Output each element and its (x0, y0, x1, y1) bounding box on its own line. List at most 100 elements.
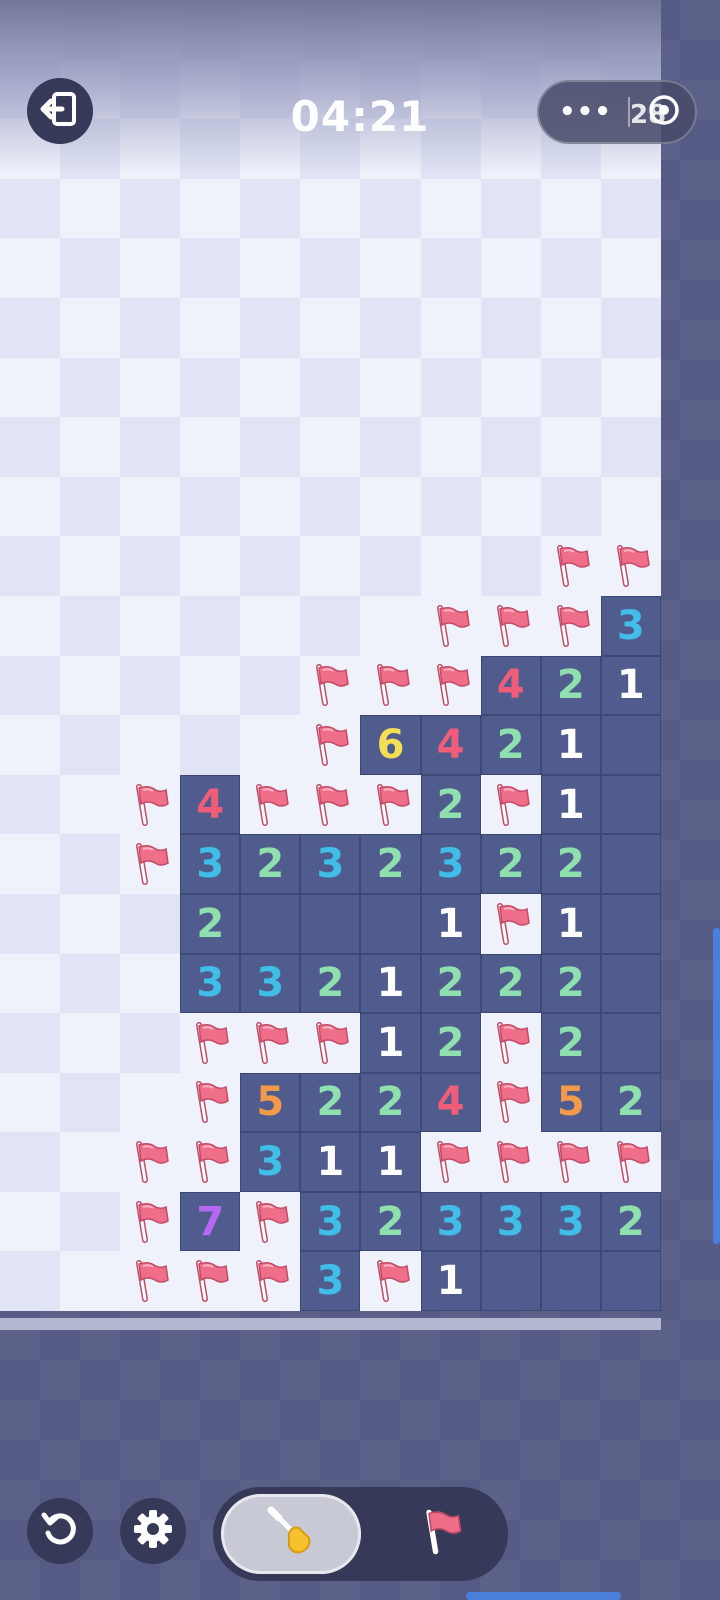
flagged-cell[interactable] (180, 1132, 241, 1192)
hidden-cell[interactable] (480, 417, 541, 477)
hidden-cell[interactable] (600, 417, 661, 477)
hidden-cell[interactable] (120, 178, 181, 239)
hidden-cell[interactable] (60, 0, 121, 60)
hidden-cell[interactable] (540, 238, 601, 298)
revealed-number-cell[interactable]: 4 (420, 1072, 481, 1133)
revealed-number-cell[interactable]: 3 (240, 1132, 301, 1192)
hidden-cell[interactable] (120, 417, 181, 477)
hidden-cell[interactable] (120, 238, 181, 298)
revealed-number-cell[interactable]: 2 (600, 1191, 661, 1252)
hidden-cell[interactable] (0, 417, 61, 477)
hidden-cell[interactable] (360, 178, 421, 239)
hidden-cell[interactable] (540, 178, 601, 239)
hidden-cell[interactable] (600, 476, 661, 537)
flagged-cell[interactable] (420, 595, 481, 656)
flagged-cell[interactable] (600, 536, 661, 596)
flagged-cell[interactable] (480, 1132, 541, 1192)
hidden-cell[interactable] (600, 178, 661, 239)
hidden-cell[interactable] (0, 297, 61, 358)
hidden-cell[interactable] (180, 536, 241, 596)
hidden-cell[interactable] (300, 178, 361, 239)
hidden-cell[interactable] (60, 1013, 121, 1073)
hidden-cell[interactable] (480, 0, 541, 60)
revealed-number-cell[interactable]: 2 (480, 715, 541, 775)
hidden-cell[interactable] (60, 595, 121, 656)
revealed-number-cell[interactable]: 1 (360, 1013, 421, 1073)
dig-mode-button[interactable] (221, 1494, 361, 1574)
hidden-cell[interactable] (180, 178, 241, 239)
flag-mode-button[interactable] (391, 1494, 491, 1574)
flagged-cell[interactable] (300, 655, 361, 716)
hidden-cell[interactable] (600, 0, 661, 60)
flagged-cell[interactable] (240, 774, 301, 835)
hidden-cell[interactable] (120, 59, 181, 120)
flagged-cell[interactable] (120, 1191, 181, 1252)
hidden-cell[interactable] (360, 595, 421, 656)
mode-toggle[interactable] (213, 1487, 508, 1581)
flagged-cell[interactable] (240, 1013, 301, 1073)
hidden-cell[interactable] (0, 1132, 61, 1192)
flagged-cell[interactable] (600, 1132, 661, 1192)
flagged-cell[interactable] (360, 655, 421, 716)
hidden-cell[interactable] (480, 357, 541, 418)
revealed-number-cell[interactable]: 1 (540, 774, 601, 835)
hidden-cell[interactable] (0, 893, 61, 954)
hidden-cell[interactable] (120, 119, 181, 179)
hidden-cell[interactable] (420, 417, 481, 477)
hidden-cell[interactable] (240, 0, 301, 60)
hidden-cell[interactable] (360, 417, 421, 477)
hidden-cell[interactable] (120, 953, 181, 1014)
scrollbar[interactable] (713, 928, 720, 1244)
flagged-cell[interactable] (180, 1072, 241, 1133)
hidden-cell[interactable] (180, 0, 241, 60)
hidden-cell[interactable] (420, 297, 481, 358)
hidden-cell[interactable] (0, 953, 61, 1014)
hidden-cell[interactable] (0, 1191, 61, 1252)
hidden-cell[interactable] (180, 357, 241, 418)
hidden-cell[interactable] (180, 595, 241, 656)
flagged-cell[interactable] (240, 1251, 301, 1312)
hidden-cell[interactable] (180, 417, 241, 477)
flagged-cell[interactable] (540, 1132, 601, 1192)
hidden-cell[interactable] (240, 238, 301, 298)
hidden-cell[interactable] (420, 357, 481, 418)
hidden-cell[interactable] (60, 178, 121, 239)
flagged-cell[interactable] (360, 1251, 421, 1312)
revealed-number-cell[interactable]: 5 (240, 1072, 301, 1133)
hidden-cell[interactable] (180, 297, 241, 358)
hidden-cell[interactable] (0, 1013, 61, 1073)
hidden-cell[interactable] (240, 715, 301, 775)
revealed-number-cell[interactable]: 3 (600, 595, 661, 656)
hidden-cell[interactable] (60, 834, 121, 894)
hidden-cell[interactable] (240, 178, 301, 239)
hidden-cell[interactable] (480, 536, 541, 596)
hidden-cell[interactable] (240, 655, 301, 716)
hidden-cell[interactable] (300, 0, 361, 60)
hidden-cell[interactable] (60, 357, 121, 418)
hidden-cell[interactable] (120, 357, 181, 418)
revealed-number-cell[interactable]: 2 (420, 774, 481, 835)
revealed-number-cell[interactable]: 3 (300, 1251, 361, 1312)
revealed-number-cell[interactable]: 2 (420, 953, 481, 1014)
revealed-number-cell[interactable]: 1 (420, 893, 481, 954)
hidden-cell[interactable] (180, 655, 241, 716)
revealed-number-cell[interactable]: 2 (360, 1072, 421, 1133)
exit-button[interactable] (27, 78, 93, 144)
hidden-cell[interactable] (480, 238, 541, 298)
flagged-cell[interactable] (180, 1251, 241, 1312)
hidden-cell[interactable] (120, 655, 181, 716)
hidden-cell[interactable] (360, 476, 421, 537)
revealed-number-cell[interactable]: 2 (480, 834, 541, 894)
revealed-number-cell[interactable]: 2 (360, 834, 421, 894)
hidden-cell[interactable] (240, 357, 301, 418)
revealed-number-cell[interactable]: 3 (480, 1191, 541, 1252)
hidden-cell[interactable] (180, 476, 241, 537)
revealed-number-cell[interactable]: 1 (540, 893, 601, 954)
hidden-cell[interactable] (420, 0, 481, 60)
hidden-cell[interactable] (240, 417, 301, 477)
flagged-cell[interactable] (120, 1251, 181, 1312)
hidden-cell[interactable] (420, 476, 481, 537)
hidden-cell[interactable] (480, 178, 541, 239)
revealed-number-cell[interactable]: 3 (300, 1191, 361, 1252)
revealed-number-cell[interactable]: 2 (300, 953, 361, 1014)
